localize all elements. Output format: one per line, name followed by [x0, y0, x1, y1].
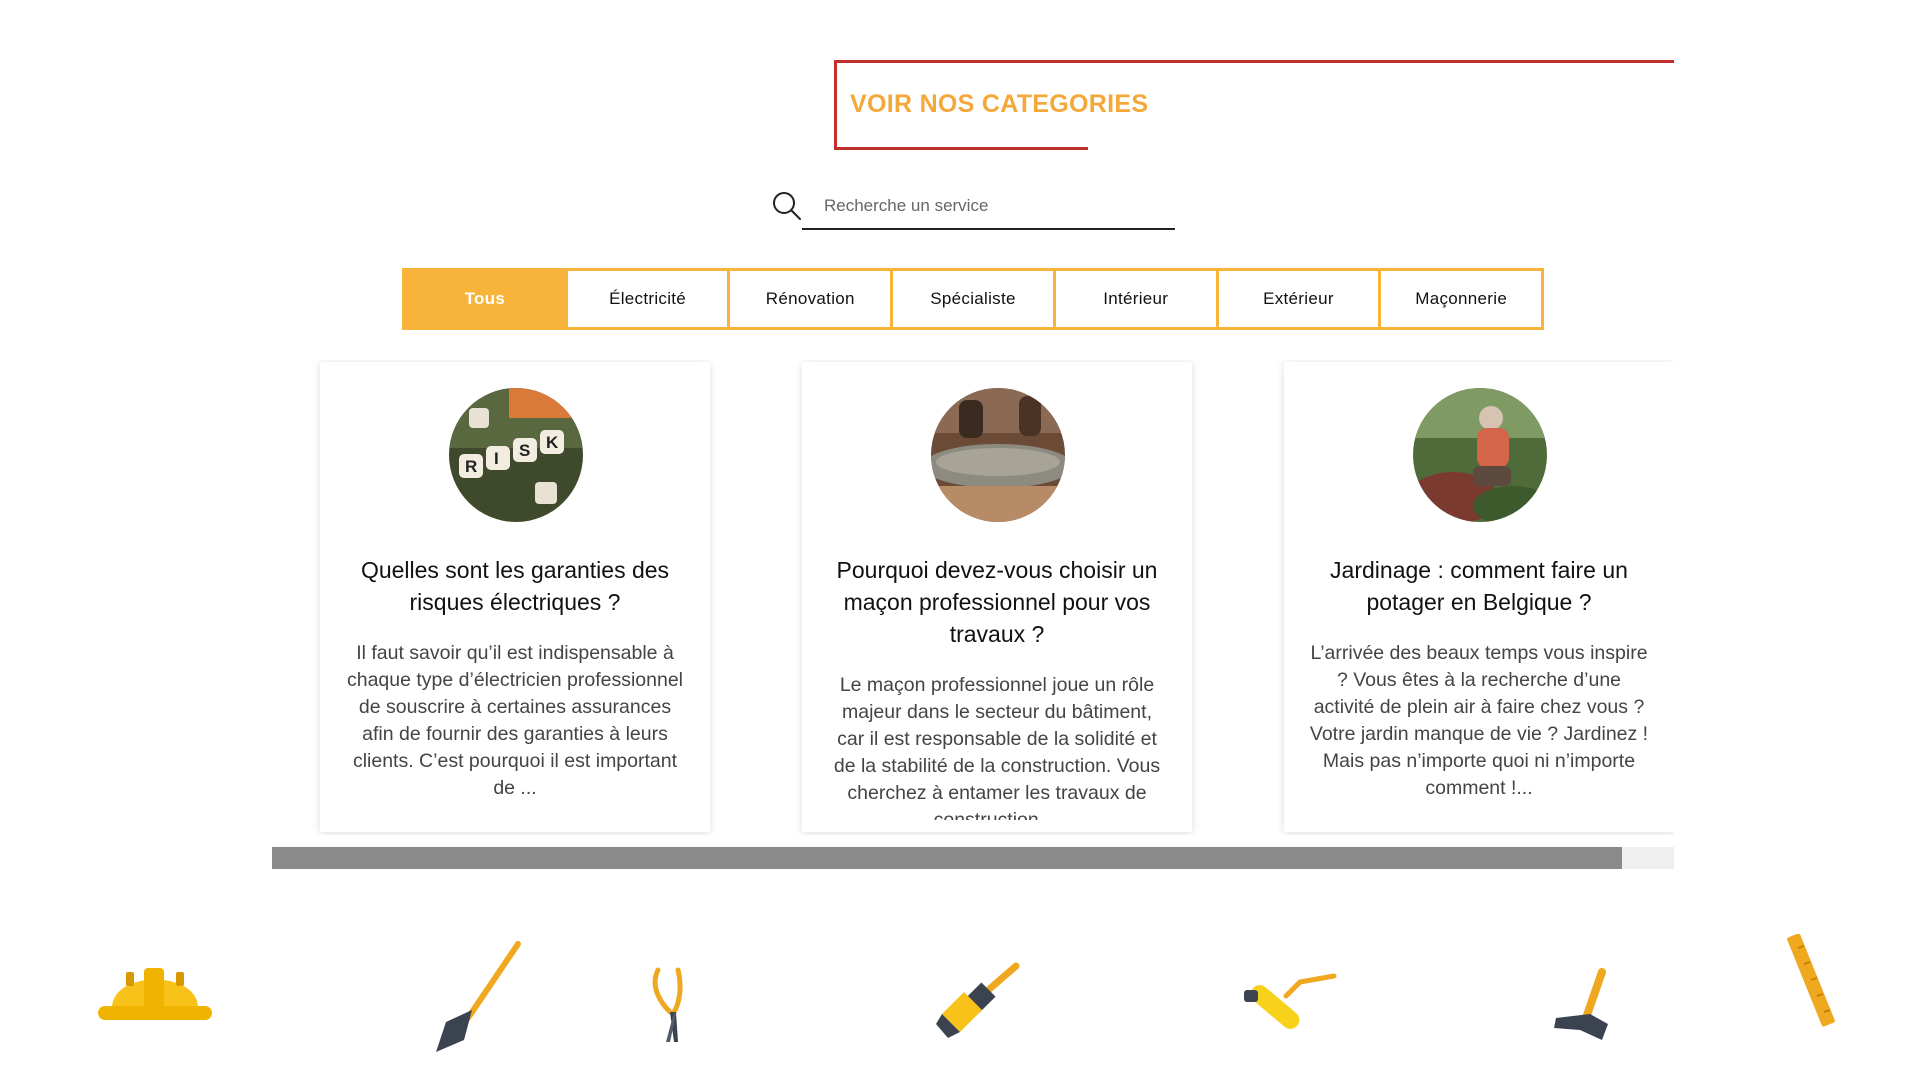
search-input[interactable]: [802, 184, 1175, 228]
tab-tous[interactable]: Tous: [405, 271, 565, 327]
article-card[interactable]: R I S K Quelles sont les garanties des r…: [320, 362, 710, 832]
heading-border-left: [834, 60, 837, 150]
article-thumbnail-garden[interactable]: [1413, 388, 1547, 522]
hard-hat-icon: [98, 968, 212, 1020]
article-excerpt: Le maçon professionnel joue un rôle maje…: [833, 674, 1161, 820]
carousel-scrollbar[interactable]: [272, 847, 1674, 869]
article-card[interactable]: Jardinage : comment faire un potager en …: [1284, 362, 1674, 832]
article-title[interactable]: Quelles sont les garanties des risques é…: [340, 554, 690, 618]
paint-roller-icon: [1244, 973, 1337, 1029]
article-title[interactable]: Jardinage : comment faire un potager en …: [1304, 554, 1654, 618]
category-tabs: Tous Électricité Rénovation Spécialiste …: [402, 268, 1544, 330]
heading-border-top: [834, 60, 1674, 63]
hammer-icon: [1554, 968, 1608, 1040]
article-title[interactable]: Pourquoi devez-vous choisir un maçon pro…: [822, 554, 1172, 650]
paintbrush-icon: [936, 962, 1020, 1038]
tab-renovation[interactable]: Rénovation: [727, 271, 890, 327]
svg-text:S: S: [519, 441, 530, 460]
article-carousel[interactable]: R I S K Quelles sont les garanties des r…: [272, 360, 1674, 835]
svg-text:K: K: [546, 433, 559, 452]
scrollbar-thumb[interactable]: [272, 847, 1622, 869]
article-excerpt: L’arrivée des beaux temps vous inspire ?…: [1309, 642, 1649, 799]
svg-text:I: I: [494, 449, 499, 468]
categories-title: VOIR NOS CATEGORIES: [850, 90, 1149, 118]
tab-electricite[interactable]: Électricité: [564, 271, 728, 327]
page: VOIR NOS CATEGORIES Tous Électricité Rén…: [0, 0, 1920, 1080]
search-icon[interactable]: [770, 188, 804, 222]
svg-text:R: R: [465, 457, 477, 476]
ruler-icon: [1787, 934, 1835, 1027]
tab-interieur[interactable]: Intérieur: [1052, 271, 1216, 327]
article-excerpt: Il faut savoir qu’il est indispensable à…: [346, 642, 684, 799]
heading-border-bottom: [834, 147, 1088, 150]
pliers-icon: [652, 967, 683, 1042]
categories-heading-box: VOIR NOS CATEGORIES: [834, 60, 1674, 150]
article-thumbnail-mason[interactable]: [931, 388, 1065, 522]
search-underline: [802, 228, 1175, 230]
tab-specialiste[interactable]: Spécialiste: [890, 271, 1053, 327]
tab-exterieur[interactable]: Extérieur: [1215, 271, 1379, 327]
article-thumbnail-risk[interactable]: R I S K: [449, 388, 583, 522]
trowel-icon: [436, 941, 521, 1052]
service-search: [770, 184, 1175, 230]
article-card[interactable]: Pourquoi devez-vous choisir un maçon pro…: [802, 362, 1192, 832]
tab-maconnerie[interactable]: Maçonnerie: [1378, 271, 1541, 327]
